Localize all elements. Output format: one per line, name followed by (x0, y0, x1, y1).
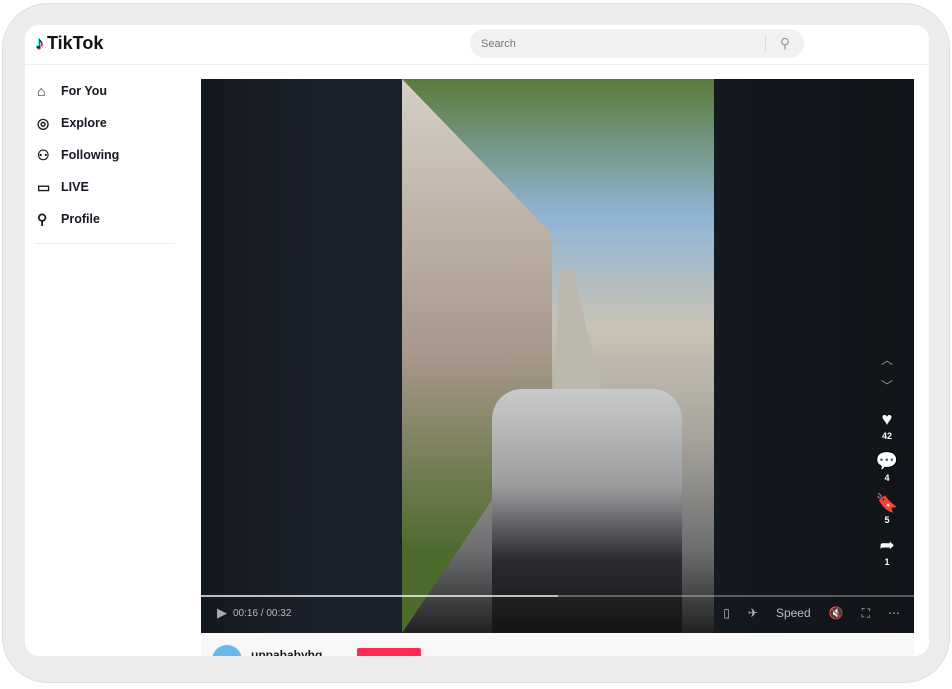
follow-button[interactable] (357, 648, 421, 656)
users-icon: ⚇ (37, 146, 50, 163)
share-icon: ➦ (879, 535, 895, 555)
save-button[interactable]: 🔖 5 (876, 493, 898, 529)
tiktok-logo[interactable]: ♪ TikTok (35, 33, 103, 54)
mute-icon[interactable]: 🔇 (829, 606, 844, 620)
sidebar: ⌂ For You ◎ Explore ⚇ Following ▭ LIVE ⚲ Prof… (35, 75, 175, 244)
share-count: 1 (884, 557, 890, 567)
speed-button[interactable]: Speed (776, 606, 811, 620)
heart-icon: ♥ (881, 409, 893, 429)
chevron-down-icon[interactable]: ﹀ (881, 377, 893, 403)
sidebar-item-label: Explore (61, 116, 107, 130)
avatar[interactable] (212, 645, 242, 656)
video-info: uppababyhq (201, 633, 914, 656)
like-button[interactable]: ♥ 42 (882, 409, 893, 445)
play-icon[interactable]: ▶ (217, 605, 227, 621)
chevron-up-icon[interactable]: ︿ (881, 351, 893, 377)
comment-icon: 💬 (875, 451, 899, 471)
action-bar: ︿ ﹀ ♥ 42 💬 4 🔖 5 ➦ 1 (876, 351, 898, 571)
sidebar-item-explore[interactable]: ◎ Explore (35, 107, 175, 139)
more-icon[interactable]: ⋯ (888, 606, 900, 620)
search-bar: ⚲ (470, 29, 804, 58)
logo-text: TikTok (47, 33, 104, 53)
sidebar-item-profile[interactable]: ⚲ Profile (35, 203, 175, 235)
top-bar: ♪TikTok ⚲ (25, 25, 929, 65)
sidebar-item-for-you[interactable]: ⌂ For You (35, 75, 175, 107)
sidebar-item-label: Following (61, 148, 120, 162)
sidebar-item-label: Profile (61, 212, 100, 226)
fullscreen-icon[interactable]: ⛶ (862, 606, 870, 621)
comment-button[interactable]: 💬 4 (876, 451, 898, 487)
home-icon: ⌂ (37, 83, 46, 99)
pin-icon[interactable]: ✈ (748, 606, 758, 620)
player-controls: ▶ 00:16 / 00:32 ▯ ✈ Speed 🔇 ⛶ ⋯ (201, 593, 914, 633)
author-username[interactable]: uppababyhq (251, 648, 322, 656)
sidebar-item-live[interactable]: ▭ LIVE (35, 171, 175, 203)
time-display: 00:16 / 00:32 (233, 607, 292, 619)
sidebar-item-following[interactable]: ⚇ Following (35, 139, 175, 171)
mini-player-icon[interactable]: ▯ (723, 606, 730, 620)
screen: ♪TikTok ⚲ ⌂ For You ◎ Explore ⚇ Following ▭… (25, 25, 929, 656)
video-player[interactable]: ︿ ﹀ ♥ 42 💬 4 🔖 5 ➦ 1 ▶ 00:16 / 00:32 ▯ ✈ Spe… (201, 79, 914, 633)
sidebar-item-label: LIVE (61, 180, 89, 194)
live-icon: ▭ (37, 178, 51, 195)
like-count: 42 (881, 431, 892, 441)
search-icon[interactable]: ⚲ (766, 35, 804, 52)
comment-count: 4 (884, 473, 890, 483)
person-icon: ⚲ (37, 210, 48, 227)
search-input[interactable] (470, 37, 765, 50)
compass-icon: ◎ (37, 114, 50, 131)
share-button[interactable]: ➦ 1 (879, 535, 894, 571)
save-count: 5 (884, 515, 890, 525)
tiktok-note-icon: ♪ (35, 33, 44, 53)
video-frame[interactable] (402, 79, 714, 633)
bookmark-icon: 🔖 (875, 493, 899, 513)
sidebar-item-label: For You (61, 84, 108, 98)
